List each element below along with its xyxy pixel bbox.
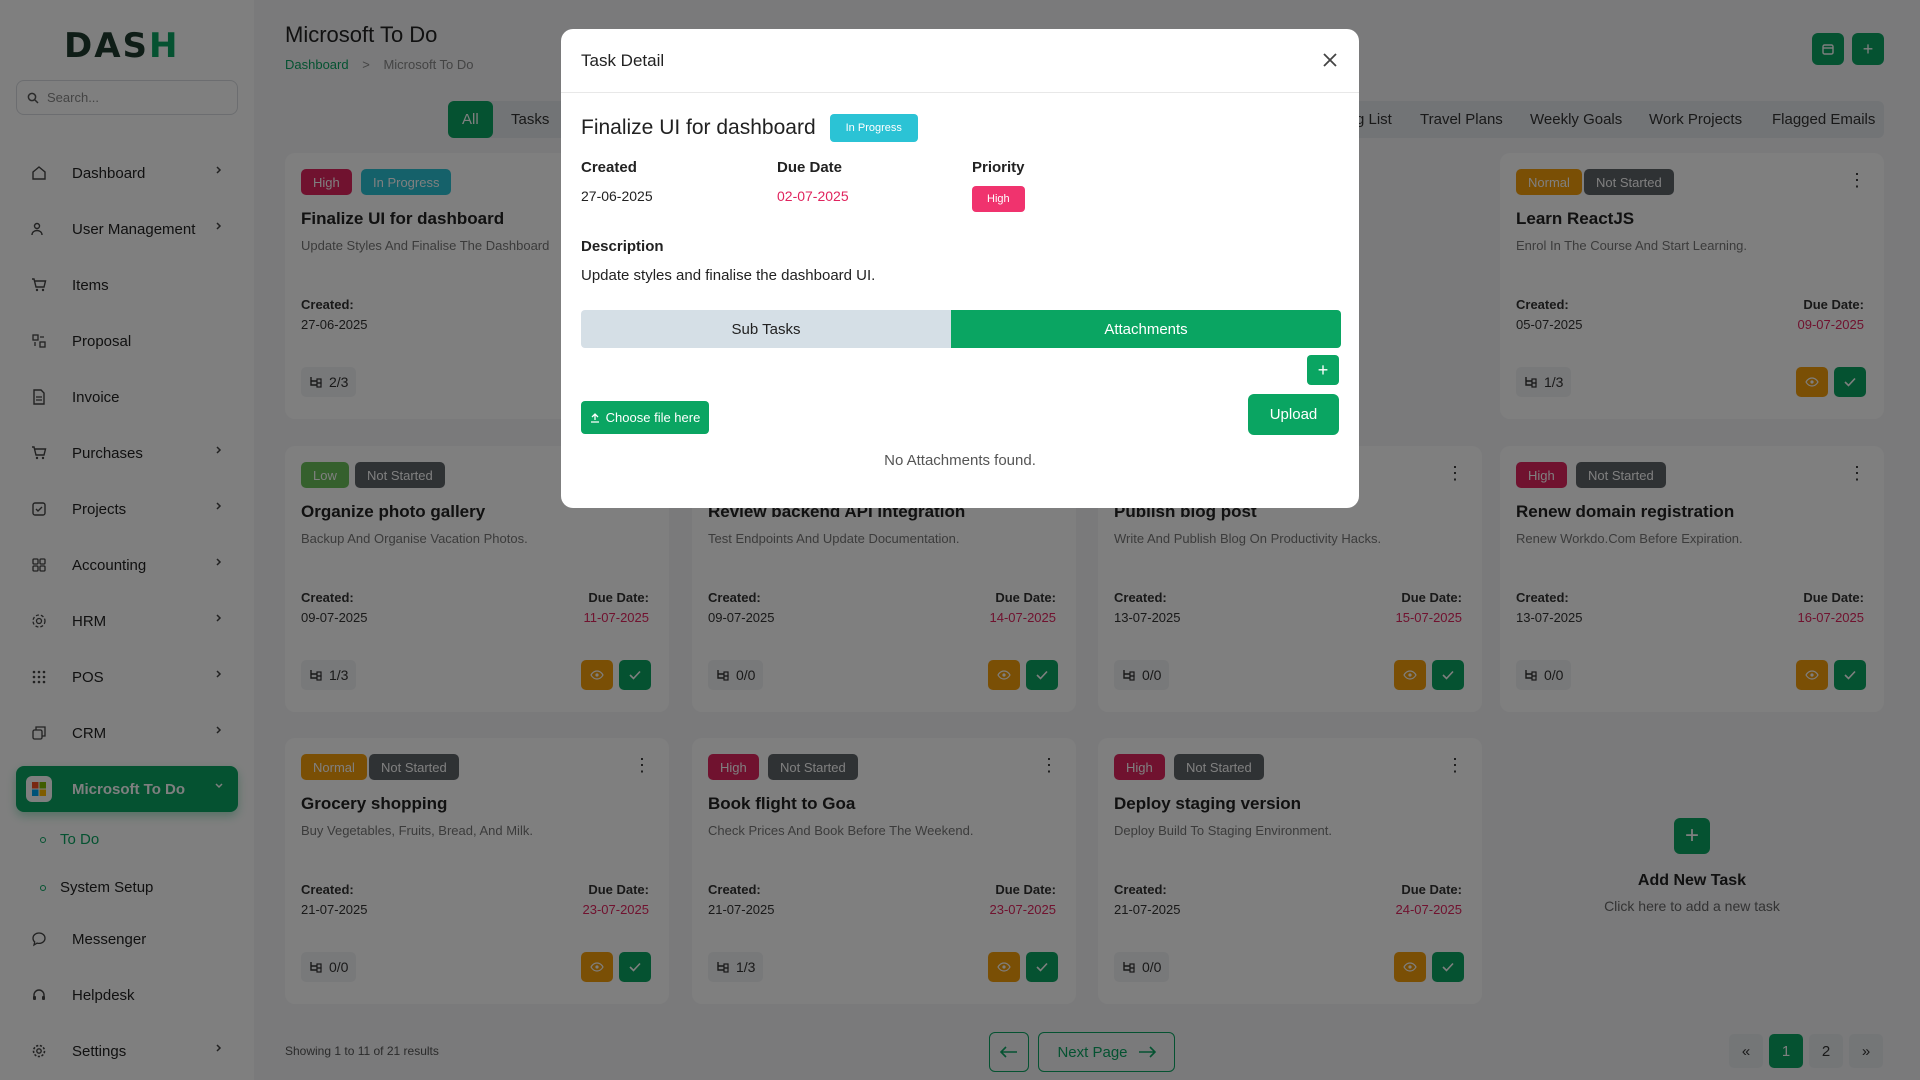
upload-button[interactable]: Upload	[1248, 394, 1339, 435]
priority-badge: High	[972, 186, 1025, 212]
upload-icon	[590, 412, 600, 423]
due-date-value: 02-07-2025	[777, 188, 849, 204]
task-detail-modal: Task Detail Finalize UI for dashboard In…	[561, 29, 1359, 508]
choose-file-button[interactable]: Choose file here	[581, 401, 709, 434]
created-label: Created	[581, 159, 637, 176]
tab-attachments[interactable]: Attachments	[951, 310, 1341, 348]
due-date-label: Due Date	[777, 159, 843, 176]
modal-header: Task Detail	[561, 29, 1359, 93]
modal-tabs: Sub Tasks Attachments	[581, 310, 1341, 348]
priority-label: Priority	[972, 159, 1025, 176]
modal-title: Task Detail	[581, 50, 665, 70]
choose-file-label: Choose file here	[605, 410, 701, 425]
task-title-row: Finalize UI for dashboard In Progress	[581, 114, 918, 142]
empty-attachments-message: No Attachments found.	[884, 452, 1036, 469]
tab-sub-tasks[interactable]: Sub Tasks	[581, 310, 951, 348]
add-attachment-button[interactable]: +	[1307, 355, 1339, 385]
status-badge: In Progress	[829, 114, 918, 142]
description-label: Description	[581, 238, 664, 255]
task-title: Finalize UI for dashboard	[581, 116, 816, 139]
plus-icon: +	[1317, 359, 1329, 380]
description-value: Update styles and finalise the dashboard…	[581, 267, 876, 284]
created-value: 27-06-2025	[581, 188, 653, 204]
close-icon[interactable]	[1319, 49, 1341, 71]
